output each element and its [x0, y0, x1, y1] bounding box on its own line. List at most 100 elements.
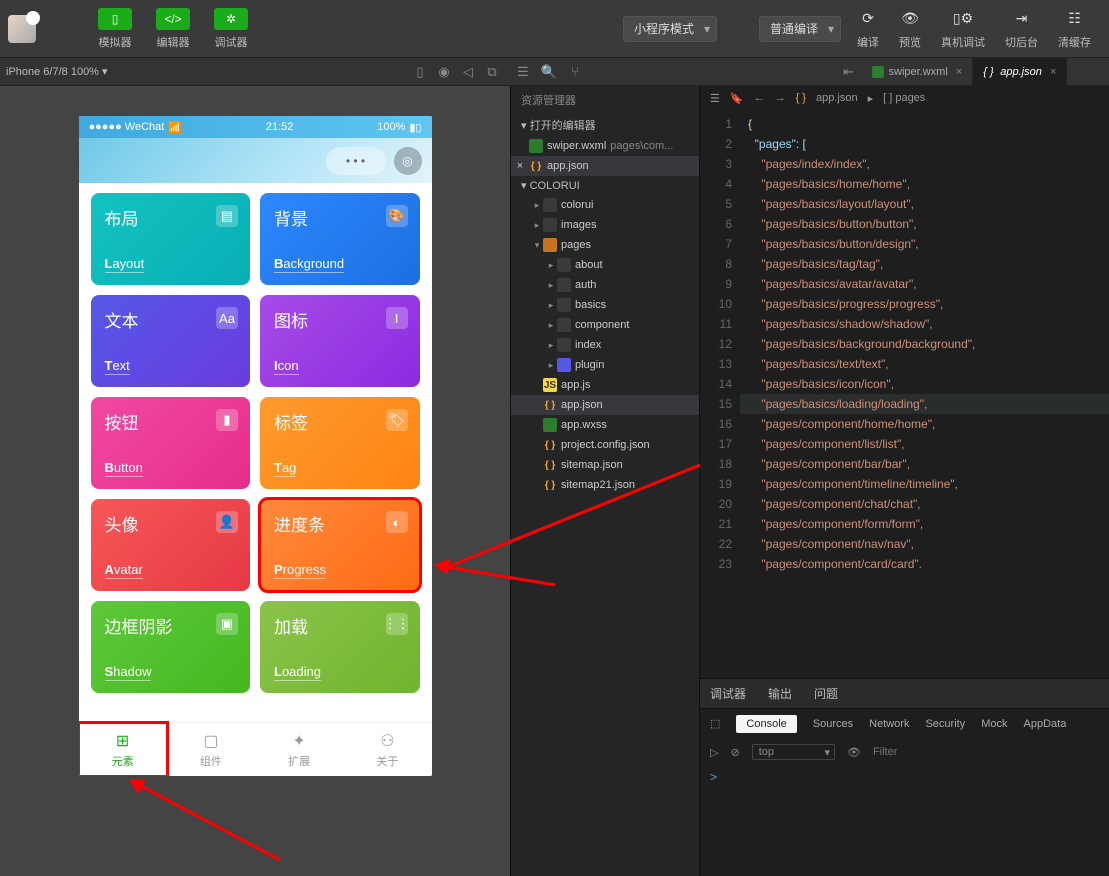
code-line[interactable]: "pages/basics/shadow/shadow",	[740, 314, 1109, 334]
collapse-icon[interactable]: ⇤	[836, 64, 862, 80]
debugger-tab[interactable]: ✲调试器	[214, 8, 248, 50]
background-button[interactable]: ⇥切后台	[1005, 8, 1038, 50]
simulator-tab[interactable]: ▯模拟器	[98, 8, 132, 50]
mode-dropdown[interactable]: 小程序模式	[623, 16, 717, 42]
file-tab[interactable]: { }app.json×	[973, 58, 1067, 86]
tree-item[interactable]: ▸index	[511, 335, 699, 355]
tree-item[interactable]: { }sitemap.json	[511, 455, 699, 475]
component-card[interactable]: 背景Background🎨	[260, 193, 420, 285]
code-line[interactable]: "pages/index/index",	[740, 154, 1109, 174]
code-line[interactable]: "pages/basics/home/home",	[740, 174, 1109, 194]
code-line[interactable]: "pages/component/list/list",	[740, 434, 1109, 454]
clear-icon[interactable]: ⊘	[730, 746, 739, 759]
tab-output[interactable]: 输出	[768, 685, 792, 702]
component-card[interactable]: 按钮Button▮	[91, 397, 251, 489]
code-line[interactable]: "pages/basics/button/design",	[740, 234, 1109, 254]
phone-content[interactable]: 布局Layout▤背景Background🎨文本TextAa图标IconI按钮B…	[79, 183, 432, 722]
tree-item[interactable]: app.wxss	[511, 415, 699, 435]
code-line[interactable]: "pages/component/card/card".	[740, 554, 1109, 574]
component-card[interactable]: 进度条Progress◐	[260, 499, 420, 591]
editor-tab[interactable]: </>编辑器	[156, 8, 190, 50]
sources-tab[interactable]: Sources	[813, 718, 853, 730]
code-line[interactable]: "pages/component/timeline/timeline",	[740, 474, 1109, 494]
code-line[interactable]: "pages/basics/progress/progress",	[740, 294, 1109, 314]
mock-tab[interactable]: Mock	[981, 718, 1007, 730]
console-area[interactable]: >	[700, 766, 1109, 876]
tabbar-item[interactable]: ✦扩展	[255, 723, 343, 776]
code-line[interactable]: "pages/basics/text/text",	[740, 354, 1109, 374]
open-editor-item[interactable]: ×{ }app.json	[511, 156, 699, 176]
context-dropdown[interactable]: top	[752, 744, 835, 760]
tree-item[interactable]: ▸colorui	[511, 195, 699, 215]
tree-item[interactable]: { }app.json	[511, 395, 699, 415]
code-line[interactable]: "pages/basics/loading/loading",	[740, 394, 1109, 414]
forward-icon[interactable]: →	[775, 92, 786, 104]
appdata-tab[interactable]: AppData	[1024, 718, 1067, 730]
code-line[interactable]: "pages/component/home/home",	[740, 414, 1109, 434]
network-tab[interactable]: Network	[869, 718, 909, 730]
tree-item[interactable]: ▸basics	[511, 295, 699, 315]
close-icon[interactable]: ×	[956, 66, 962, 78]
component-card[interactable]: 边框阴影Shadow▣	[91, 601, 251, 693]
compile-dropdown[interactable]: 普通编译	[759, 16, 841, 42]
tree-item[interactable]: ▸auth	[511, 275, 699, 295]
code-line[interactable]: "pages/component/bar/bar",	[740, 454, 1109, 474]
component-card[interactable]: 布局Layout▤	[91, 193, 251, 285]
record-icon[interactable]: ◉	[432, 64, 456, 80]
tabbar-item[interactable]: ⊞元素	[79, 723, 167, 776]
list-icon[interactable]: ☰	[510, 64, 536, 80]
code-line[interactable]: "pages/basics/button/button",	[740, 214, 1109, 234]
code-line[interactable]: "pages/component/nav/nav",	[740, 534, 1109, 554]
tree-item[interactable]: ▸component	[511, 315, 699, 335]
file-tab[interactable]: swiper.wxml×	[862, 58, 974, 86]
code-line[interactable]: "pages/basics/avatar/avatar",	[740, 274, 1109, 294]
open-editor-item[interactable]: swiper.wxmlpages\com...	[511, 136, 699, 156]
compile-button[interactable]: ⟳编译	[857, 8, 879, 50]
crumb-file[interactable]: app.json	[816, 92, 858, 104]
code-line[interactable]: "pages/component/chat/chat",	[740, 494, 1109, 514]
component-card[interactable]: 图标IconI	[260, 295, 420, 387]
capsule-menu[interactable]: • • •	[326, 147, 386, 175]
back-icon[interactable]: ←	[754, 92, 765, 104]
search-icon[interactable]: 🔍	[536, 64, 562, 80]
project-root[interactable]: ▾ COLORUI	[511, 176, 699, 195]
code-line[interactable]: "pages/basics/layout/layout",	[740, 194, 1109, 214]
tree-item[interactable]: ▸about	[511, 255, 699, 275]
code-editor[interactable]: 1234567891011121314151617181920212223 { …	[700, 110, 1109, 678]
tabbar-item[interactable]: ⚇关于	[343, 723, 431, 776]
rotate-icon[interactable]: ▯	[408, 64, 432, 80]
clear-cache-button[interactable]: ☷清缓存	[1058, 8, 1091, 50]
component-card[interactable]: 文本TextAa	[91, 295, 251, 387]
device-selector[interactable]: iPhone 6/7/8 100% ▾	[6, 65, 108, 78]
tab-problems[interactable]: 问题	[814, 685, 838, 702]
code-line[interactable]: "pages/basics/tag/tag",	[740, 254, 1109, 274]
security-tab[interactable]: Security	[925, 718, 965, 730]
crumb-array[interactable]: [ ] pages	[883, 92, 925, 104]
console-tab[interactable]: Console	[736, 715, 796, 733]
code-line[interactable]: "pages/basics/background/background",	[740, 334, 1109, 354]
code-line[interactable]: "pages/basics/icon/icon",	[740, 374, 1109, 394]
tree-item[interactable]: ▸plugin	[511, 355, 699, 375]
real-debug-button[interactable]: ▯⚙真机调试	[941, 8, 985, 50]
code-line[interactable]: {	[740, 114, 1109, 134]
mute-icon[interactable]: ◁	[456, 64, 480, 80]
tree-item[interactable]: ▸images	[511, 215, 699, 235]
open-editors-section[interactable]: ▾ 打开的编辑器	[511, 114, 699, 136]
play-icon[interactable]: ▷	[710, 746, 718, 759]
split-icon[interactable]: ⧉	[480, 64, 504, 80]
tree-item[interactable]: { }sitemap21.json	[511, 475, 699, 495]
tree-item[interactable]: ▾pages	[511, 235, 699, 255]
close-icon[interactable]: ×	[1050, 66, 1056, 78]
tree-item[interactable]: { }project.config.json	[511, 435, 699, 455]
outline-icon[interactable]: ☰	[710, 92, 720, 105]
tab-debugger[interactable]: 调试器	[710, 685, 746, 702]
tree-item[interactable]: JSapp.js	[511, 375, 699, 395]
eye-icon[interactable]: 👁	[847, 746, 861, 759]
inspect-icon[interactable]: ⬚	[710, 717, 720, 730]
component-card[interactable]: 标签Tag🏷	[260, 397, 420, 489]
component-card[interactable]: 加载Loading⋮⋮	[260, 601, 420, 693]
component-card[interactable]: 头像Avatar👤	[91, 499, 251, 591]
preview-button[interactable]: 👁预览	[899, 8, 921, 50]
code-line[interactable]: "pages": [	[740, 134, 1109, 154]
tabbar-item[interactable]: ▢组件	[167, 723, 255, 776]
